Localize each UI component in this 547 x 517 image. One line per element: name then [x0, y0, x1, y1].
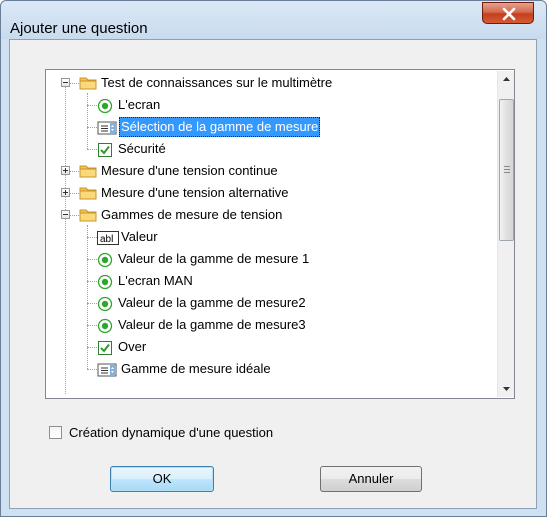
tree-item-label: Valeur de la gamme de mesure3 — [118, 317, 306, 332]
radio-icon — [97, 98, 113, 120]
tree-item-label: L'ecran MAN — [118, 273, 193, 288]
tree-item-row[interactable]: abl Valeur — [46, 227, 496, 247]
tree-folder-label: Mesure d'une tension continue — [101, 163, 278, 178]
ok-button[interactable]: OK — [110, 466, 214, 492]
scroll-up-button[interactable] — [498, 71, 514, 88]
arrow-down-icon — [503, 387, 510, 391]
arrow-up-icon — [503, 77, 510, 81]
checkbox-icon — [97, 340, 113, 362]
folder-icon — [79, 76, 97, 96]
tree-folder-row[interactable]: Test de connaissances sur le multimètre — [46, 73, 496, 93]
radio-icon — [97, 296, 113, 318]
scroll-thumb[interactable] — [499, 99, 514, 241]
scroll-down-button[interactable] — [498, 380, 514, 397]
expand-icon[interactable] — [61, 188, 70, 197]
close-icon — [502, 7, 516, 21]
tree-item-row[interactable]: Valeur de la gamme de mesure2 — [46, 293, 496, 313]
list-icon — [97, 362, 117, 384]
tree-folder-row[interactable]: Mesure d'une tension continue — [46, 161, 496, 181]
svg-text:abl: abl — [100, 234, 113, 245]
question-tree[interactable]: Gamme de mesure idéale Over Valeur de la g… — [45, 69, 515, 399]
tree-item-label: Gamme de mesure idéale — [121, 361, 271, 376]
collapse-icon[interactable] — [61, 210, 70, 219]
radio-icon — [97, 274, 113, 296]
folder-icon — [79, 164, 97, 184]
tree-item-row[interactable]: Sécurité — [46, 139, 496, 159]
tree-folder-label: Gammes de mesure de tension — [101, 207, 283, 222]
cancel-button[interactable]: Annuler — [320, 466, 422, 492]
tree-item-row[interactable]: Gamme de mesure idéale — [46, 359, 496, 379]
tree-item-label: Valeur — [121, 229, 158, 244]
tree-item-label: Over — [118, 339, 147, 354]
tree-item-row[interactable]: Valeur de la gamme de mesure 1 — [46, 249, 496, 269]
tree-item-label: Valeur de la gamme de mesure 1 — [118, 251, 310, 266]
textbox-icon: abl — [97, 230, 119, 252]
tree-folder-row[interactable]: Mesure d'une tension alternative — [46, 183, 496, 203]
dialog-body: Gamme de mesure idéale Over Valeur de la g… — [9, 39, 537, 509]
tree-item-label: Sécurité — [118, 141, 166, 156]
tree-item-row[interactable]: Over — [46, 337, 496, 357]
vertical-scrollbar[interactable] — [497, 71, 514, 397]
collapse-icon[interactable] — [61, 78, 70, 87]
tree-item-row[interactable]: L'ecran MAN — [46, 271, 496, 291]
tree-item-row[interactable]: L'ecran — [46, 95, 496, 115]
title-bar: Ajouter une question — [1, 1, 546, 39]
folder-icon — [79, 186, 97, 206]
tree-folder-row[interactable]: Gammes de mesure de tension — [46, 205, 496, 225]
dynamic-creation-label[interactable]: Création dynamique d'une question — [69, 425, 273, 440]
window-title: Ajouter une question — [10, 20, 148, 37]
expand-icon[interactable] — [61, 166, 70, 175]
dialog-window: Ajouter une question Gamme de mesure idé… — [0, 0, 547, 517]
folder-icon — [79, 208, 97, 228]
tree-folder-label: Test de connaissances sur le multimètre — [101, 75, 333, 90]
tree-item-row[interactable]: Sélection de la gamme de mesure — [46, 117, 496, 137]
tree-item-label: Sélection de la gamme de mesure — [119, 117, 321, 137]
tree-item-row[interactable]: Valeur de la gamme de mesure3 — [46, 315, 496, 335]
radio-icon — [97, 252, 113, 274]
dynamic-creation-checkbox[interactable] — [49, 426, 62, 439]
tree-item-label: Valeur de la gamme de mesure2 — [118, 295, 306, 310]
tree-folder-label: Mesure d'une tension alternative — [101, 185, 289, 200]
close-button[interactable] — [482, 2, 534, 24]
list-icon — [97, 120, 117, 142]
checkbox-icon — [97, 142, 113, 164]
tree-item-label: L'ecran — [118, 97, 161, 112]
radio-icon — [97, 318, 113, 340]
